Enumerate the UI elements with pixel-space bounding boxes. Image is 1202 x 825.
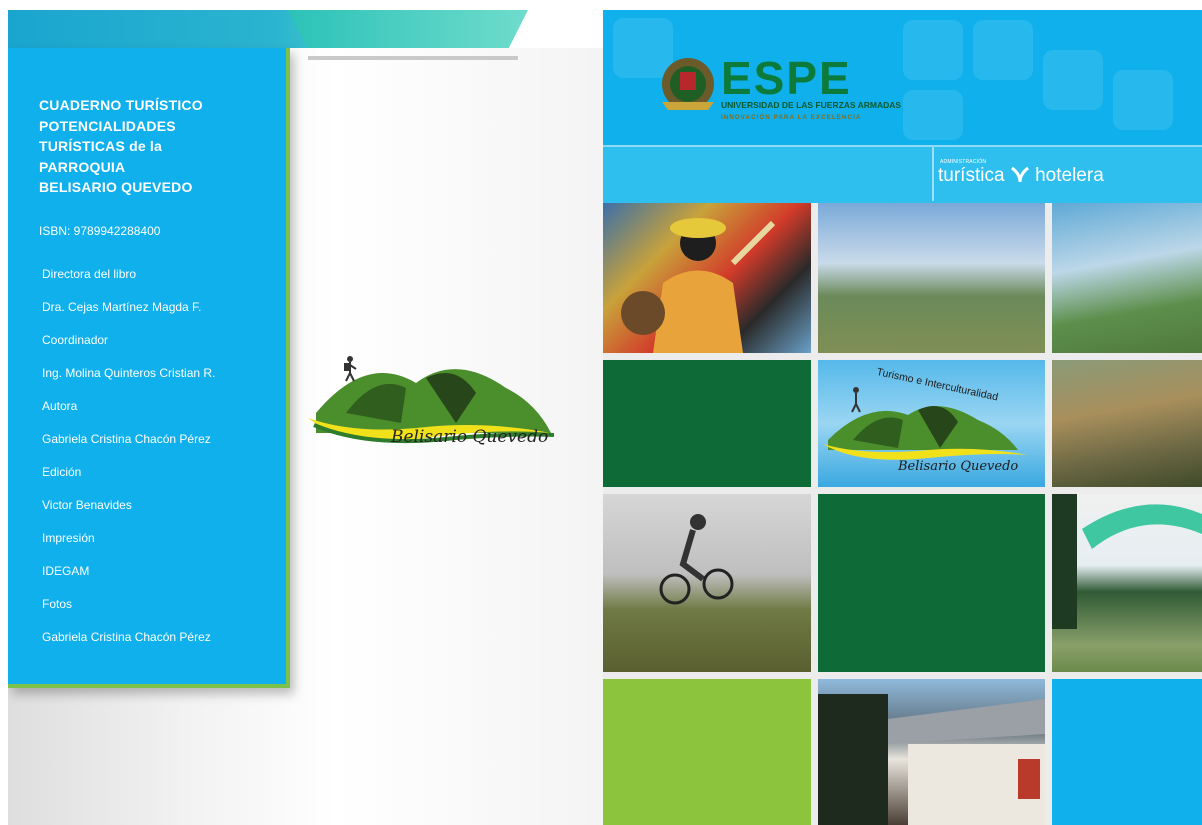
divider [932, 147, 934, 201]
isbn-text: ISBN: 9789942288400 [39, 224, 161, 238]
credits-panel: CUADERNO TURÍSTICO POTENCIALIDADES TURÍS… [8, 48, 290, 688]
top-strip-line [308, 56, 518, 60]
credit-line: Dra. Cejas Martínez Magda F. [42, 300, 202, 314]
credit-line: Gabriela Cristina Chacón Pérez [42, 432, 211, 446]
photo-festival [603, 203, 811, 353]
paraglider-icon [1052, 494, 1202, 629]
lime-tile [603, 679, 811, 825]
top-strip-wedge [288, 10, 528, 48]
credits-list: Directora del libro Dra. Cejas Martínez … [42, 267, 282, 663]
book-spread: CUADERNO TURÍSTICO POTENCIALIDADES TURÍS… [0, 0, 1202, 825]
sub-band [603, 145, 1202, 203]
belisario-quevedo-logo: Belisario Quevedo [306, 343, 556, 458]
tourism-logo-tile: Turismo e Interculturalidad Belisario Qu… [818, 360, 1045, 487]
right-page: ESPE UNIVERSIDAD DE LAS FUERZAS ARMADAS … [603, 10, 1202, 825]
credit-line: Gabriela Cristina Chacón Pérez [42, 630, 211, 644]
credit-line: Victor Benavides [42, 498, 132, 512]
festival-figure-icon [621, 218, 776, 353]
espe-logo: ESPE UNIVERSIDAD DE LAS FUERZAS ARMADAS … [658, 50, 918, 130]
photo-building [818, 679, 1045, 825]
cyclist-icon [659, 514, 734, 605]
program-brand: turística hotelera [938, 165, 1104, 187]
credit-line: Impresión [42, 531, 95, 545]
credit-line: Directora del libro [42, 267, 137, 281]
credit-line: Edición [42, 465, 82, 479]
green-tile [603, 360, 811, 487]
photo-fields [1052, 360, 1202, 487]
photo-slope [1052, 203, 1202, 353]
header-band: ESPE UNIVERSIDAD DE LAS FUERZAS ARMADAS … [603, 10, 1202, 145]
espe-wordmark: ESPE [721, 52, 852, 104]
green-tile [818, 494, 1045, 672]
logo-caption: Belisario Quevedo [391, 427, 549, 447]
building-icon [818, 694, 1045, 825]
photo-grid: Turismo e Interculturalidad Belisario Qu… [603, 203, 1202, 825]
espe-university: UNIVERSIDAD DE LAS FUERZAS ARMADAS [721, 100, 901, 110]
tile-caption: Belisario Quevedo [898, 459, 1019, 474]
espe-crest-icon: ESPE UNIVERSIDAD DE LAS FUERZAS ARMADAS … [662, 52, 901, 121]
credit-line: IDEGAM [42, 564, 90, 578]
brand-left: turística [938, 165, 1005, 186]
y-leaf-icon [1010, 166, 1029, 183]
credit-line: Fotos [42, 597, 73, 611]
photo-paraglider [1052, 494, 1202, 672]
espe-tagline: INNOVACIÓN PARA LA EXCELENCIA [721, 113, 861, 121]
blue-tile [1052, 679, 1202, 825]
credit-line: Autora [42, 399, 78, 413]
credit-line: Coordinador [42, 333, 109, 347]
photo-bike [603, 494, 811, 672]
brand-right: hotelera [1035, 165, 1104, 186]
book-title: CUADERNO TURÍSTICO POTENCIALIDADES TURÍS… [39, 97, 203, 195]
left-page: CUADERNO TURÍSTICO POTENCIALIDADES TURÍS… [8, 10, 603, 825]
credit-line: Ing. Molina Quinteros Cristian R. [42, 366, 216, 380]
photo-hills [818, 203, 1045, 353]
